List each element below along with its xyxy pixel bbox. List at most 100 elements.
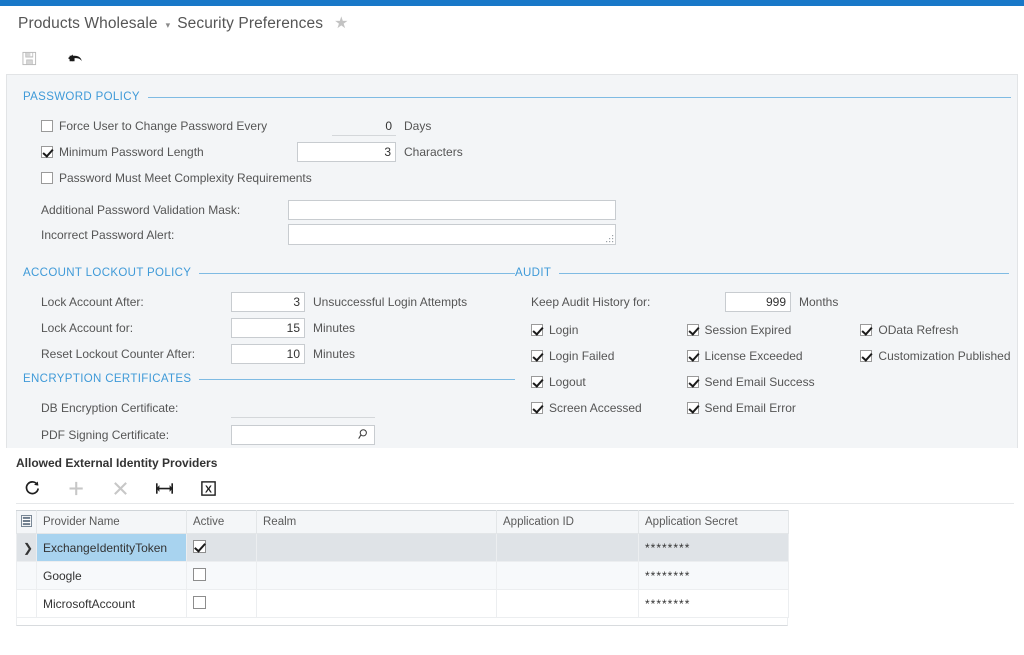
column-header-active[interactable]: Active [186, 510, 257, 534]
grid-footer [16, 618, 788, 626]
row-active-checkbox[interactable] [193, 539, 206, 553]
cell-provider-name[interactable]: Google [36, 561, 187, 590]
audit-login-checkbox[interactable] [531, 324, 543, 336]
audit-send-email-success-checkbox[interactable] [686, 376, 699, 388]
audit-item-license-exceeded[interactable]: License Exceeded [686, 343, 861, 369]
audit-item-login-failed[interactable]: Login Failed [531, 343, 687, 369]
minimum-password-length-label: Minimum Password Length [59, 145, 204, 159]
column-header-application-id[interactable]: Application ID [496, 510, 639, 534]
lock-account-after-label: Lock Account After: [41, 295, 144, 309]
cell-application-secret[interactable]: ******** [638, 533, 789, 562]
audit-item-send-email-success[interactable]: Send Email Success [686, 369, 861, 395]
force-change-password-checkbox[interactable] [41, 120, 53, 132]
audit-session-expired-label: Session Expired [704, 323, 792, 337]
column-header-realm[interactable]: Realm [256, 510, 497, 534]
reset-lockout-counter-input[interactable]: 10 [231, 344, 305, 364]
section-divider [199, 272, 515, 274]
lock-account-after-unit: Unsuccessful Login Attempts [313, 295, 468, 309]
add-row-icon[interactable] [64, 478, 88, 500]
cell-active[interactable] [186, 533, 257, 562]
audit-customization-published-checkbox[interactable] [860, 350, 873, 362]
audit-item-send-email-error[interactable]: Send Email Error [686, 395, 861, 421]
audit-item-logout[interactable]: Logout [531, 369, 687, 395]
pdf-signing-certificate-label: PDF Signing Certificate: [41, 428, 170, 442]
chevron-down-icon[interactable]: ▾ [166, 20, 171, 30]
password-complexity-checkbox[interactable] [41, 172, 53, 184]
column-header-provider-name[interactable]: Provider Name [36, 510, 187, 534]
table-row[interactable]: ❯ ExchangeIdentityToken ******** [16, 533, 789, 562]
audit-item-session-expired[interactable]: Session Expired [686, 317, 861, 343]
magnifier-icon[interactable] [358, 428, 370, 442]
force-change-password-label: Force User to Change Password Every [59, 119, 268, 133]
row-active-checkbox[interactable] [193, 567, 206, 581]
lockout-fields: Lock Account After: 3 Unsuccessful Login… [23, 289, 515, 367]
audit-login-failed-checkbox[interactable] [531, 350, 543, 362]
field-pdf-signing-certificate: PDF Signing Certificate: [41, 421, 515, 449]
table-row[interactable]: MicrosoftAccount ******** [16, 589, 789, 618]
incorrect-password-alert-input[interactable] [288, 224, 616, 245]
cell-active[interactable] [186, 561, 257, 590]
cell-provider-name[interactable]: ExchangeIdentityToken [36, 533, 187, 562]
cell-provider-name[interactable]: MicrosoftAccount [36, 589, 187, 618]
cell-application-secret[interactable]: ******** [638, 561, 789, 590]
lock-account-after-input[interactable]: 3 [231, 292, 305, 312]
validation-mask-input[interactable] [288, 199, 616, 220]
section-title-password-policy: PASSWORD POLICY [23, 91, 140, 103]
export-excel-icon[interactable]: X [196, 478, 220, 500]
cell-application-id[interactable] [496, 533, 639, 562]
section-audit-header: AUDIT [515, 265, 1015, 281]
audit-item-screen-accessed[interactable]: Screen Accessed [531, 395, 687, 421]
audit-session-expired-checkbox[interactable] [686, 324, 699, 336]
field-lock-account-for: Lock Account for: 15 Minutes [41, 315, 515, 341]
cell-realm[interactable] [256, 561, 497, 590]
undo-button[interactable] [62, 46, 88, 70]
audit-logout-label: Logout [549, 375, 586, 389]
minimum-password-length-input[interactable]: 3 [297, 142, 396, 162]
audit-send-email-error-checkbox[interactable] [686, 402, 699, 414]
audit-item-login[interactable]: Login [531, 317, 687, 343]
cell-application-id[interactable] [496, 561, 639, 590]
audit-login-failed-label: Login Failed [549, 349, 615, 363]
force-change-password-unit: Days [404, 119, 432, 133]
cell-active[interactable] [186, 589, 257, 618]
lock-account-for-label: Lock Account for: [41, 321, 134, 335]
row-active-checkbox[interactable] [193, 595, 206, 609]
minimum-password-length-checkbox[interactable] [41, 146, 53, 158]
keep-audit-history-input[interactable]: 999 [725, 292, 791, 312]
delete-row-icon[interactable] [108, 478, 132, 500]
audit-screen-accessed-checkbox[interactable] [531, 402, 543, 414]
db-encryption-certificate-input[interactable] [231, 398, 375, 418]
star-icon[interactable]: ★ [334, 16, 348, 32]
audit-item-customization-published[interactable]: Customization Published [860, 343, 1015, 369]
page-title-bar: Products Wholesale ▾ Security Preference… [0, 6, 1024, 42]
lock-account-for-input[interactable]: 15 [231, 318, 305, 338]
breadcrumb-module[interactable]: Products Wholesale [18, 15, 158, 33]
audit-odata-refresh-checkbox[interactable] [860, 324, 873, 336]
audit-item-odata-refresh[interactable]: OData Refresh [860, 317, 1015, 343]
cell-application-secret[interactable]: ******** [638, 589, 789, 618]
save-button[interactable] [16, 46, 42, 70]
fit-columns-icon[interactable] [152, 478, 176, 500]
row-selector-marker[interactable]: ❯ [16, 533, 37, 562]
cell-application-id[interactable] [496, 589, 639, 618]
column-header-application-secret[interactable]: Application Secret [638, 510, 789, 534]
keep-audit-history-unit: Months [799, 295, 839, 309]
form-panel: PASSWORD POLICY Force User to Change Pas… [6, 74, 1018, 448]
audit-license-exceeded-checkbox[interactable] [686, 350, 699, 362]
field-incorrect-password-alert: Incorrect Password Alert: [41, 222, 1017, 247]
table-row[interactable]: Google ******** [16, 561, 789, 590]
row-selector-marker[interactable] [16, 589, 37, 618]
resize-grip-icon[interactable] [606, 235, 614, 243]
cell-realm[interactable] [256, 533, 497, 562]
section-title-encryption: ENCRYPTION CERTIFICATES [23, 373, 192, 385]
force-change-password-days-input[interactable]: 0 [332, 116, 396, 136]
cell-realm[interactable] [256, 589, 497, 618]
pdf-signing-certificate-input[interactable] [231, 425, 375, 445]
grid-settings-icon[interactable] [16, 510, 37, 534]
audit-logout-checkbox[interactable] [531, 376, 543, 388]
refresh-icon[interactable] [20, 478, 44, 500]
section-divider [147, 96, 1011, 98]
table-header-row: Provider Name Active Realm Application I… [16, 510, 789, 534]
row-selector-marker[interactable] [16, 561, 37, 590]
audit-license-exceeded-label: License Exceeded [704, 349, 803, 363]
